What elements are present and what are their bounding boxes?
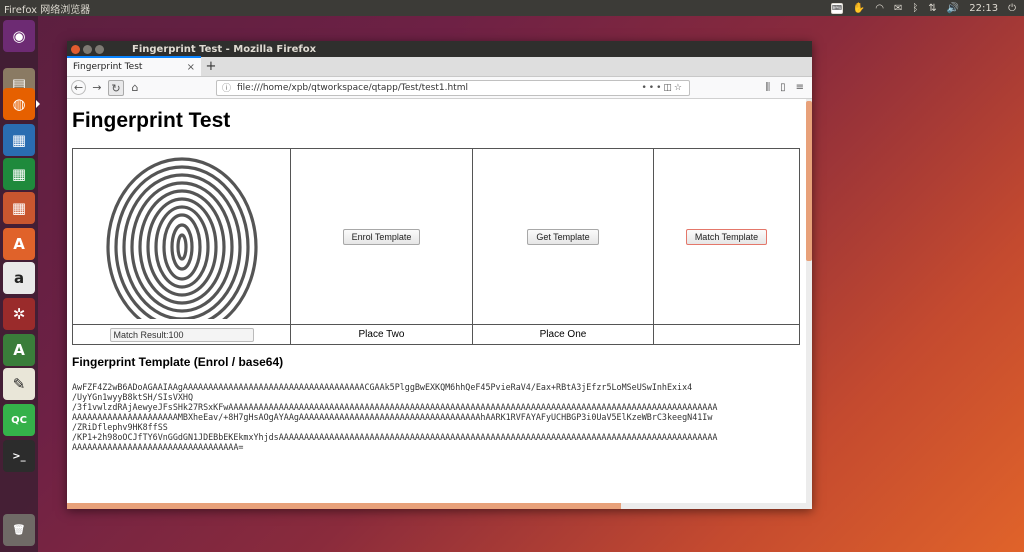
launcher-calc-icon[interactable]: ▦ (3, 158, 35, 190)
bookmark-star-icon[interactable]: ☆ (674, 83, 684, 93)
window-title: Fingerprint Test - Mozilla Firefox (132, 43, 317, 55)
library-icon[interactable]: ⫼ (765, 82, 770, 93)
reload-button[interactable]: ↻ (108, 79, 124, 96)
nav-toolbar: ← → ↻ ⌂ ⓘ file:///home/xpb/qtworkspace/q… (67, 77, 812, 99)
horizontal-scrollbar[interactable] (67, 503, 812, 509)
enrol-template-button[interactable]: Enrol Template (342, 228, 421, 245)
launcher-terminal-icon[interactable]: >_ (3, 440, 35, 472)
firefox-window: Fingerprint Test - Mozilla Firefox Finge… (67, 41, 812, 509)
template-line: /ZRiDflephv9HK8ffSS (72, 422, 168, 432)
page-title: Fingerprint Test (72, 109, 231, 132)
url-bar[interactable]: ⓘ file:///home/xpb/qtworkspace/qtapp/Tes… (216, 79, 690, 96)
launcher-firefox-icon[interactable]: ◍ (3, 88, 40, 120)
notification-icon[interactable]: ✋ (853, 3, 865, 14)
page-info-icon[interactable]: ⓘ (222, 81, 231, 94)
sidebar-icon[interactable]: ▯ (780, 82, 786, 93)
get-cell: Get Template (472, 148, 654, 325)
forward-button[interactable]: → (89, 80, 105, 96)
close-tab-icon[interactable]: × (187, 62, 195, 73)
get-template-button[interactable]: Get Template (527, 228, 599, 245)
pocket-icon[interactable]: ◫ (663, 83, 674, 93)
match-template-button[interactable]: Match Template (685, 228, 768, 245)
vertical-scrollbar[interactable] (806, 99, 812, 503)
clock[interactable]: 22:13 (969, 3, 998, 14)
page-actions-icon[interactable]: ••• (641, 83, 663, 93)
launcher-amazon-icon[interactable]: a (3, 262, 35, 294)
empty-cell (653, 324, 800, 345)
mail-icon[interactable]: ✉ (894, 3, 902, 14)
active-app-name[interactable]: Firefox 网络浏览器 (4, 1, 831, 16)
back-button[interactable]: ← (71, 80, 86, 95)
launcher-settings-icon[interactable]: ✲ (3, 298, 35, 330)
volume-icon[interactable]: 🔊 (947, 3, 959, 14)
wifi-icon[interactable]: ◠ (875, 3, 884, 14)
url-text[interactable]: file:///home/xpb/qtworkspace/qtapp/Test/… (237, 83, 641, 93)
template-text[interactable]: AwFZF4Z2wB6ADoAGAAIAAgAAAAAAAAAAAAAAAAAA… (72, 382, 808, 452)
launcher-impress-icon[interactable]: ▦ (3, 192, 35, 224)
minimize-window-button[interactable] (83, 44, 92, 54)
place-two-label: Place Two (290, 324, 473, 345)
launcher-trash-icon[interactable]: 🗑 (3, 514, 35, 546)
launcher-software-icon[interactable]: A (3, 228, 35, 260)
launcher-ubuntu-dash-icon[interactable]: ◉ (3, 20, 35, 52)
network-icon[interactable]: ⇅ (928, 3, 936, 14)
tab-label: Fingerprint Test (73, 62, 143, 72)
tab-fingerprint-test[interactable]: Fingerprint Test × (67, 56, 201, 76)
template-line: AAAAAAAAAAAAAAAAAAAAAMBXheEav/+8H7gHsAOg… (72, 412, 713, 422)
template-line: AAAAAAAAAAAAAAAAAAAAAAAAAAAAAAAAA= (72, 442, 244, 452)
match-result-cell: Match Result:100 (72, 324, 291, 345)
fingerprint-image-cell (72, 148, 291, 337)
power-icon[interactable]: ⏻ (1008, 3, 1016, 14)
indicator-area: ⌨ ✋ ◠ ✉ ᛒ ⇅ 🔊 22:13 ⏻ (830, 2, 1024, 14)
close-window-button[interactable] (71, 44, 80, 54)
launcher: ◉ ▤ ◍ ▦ ▦ ▦ Aa ✲ A ✎ QC >_ 🗑 (0, 16, 40, 552)
launcher-text-editor-icon[interactable]: ✎ (3, 368, 35, 400)
template-line: /UyYGn1wyyB8ktSH/SIsVXHQ (72, 392, 194, 402)
tab-bar: Fingerprint Test × + (67, 56, 812, 77)
match-cell: Match Template (653, 148, 800, 325)
fingerprint-table: Enrol Template Get Template Match Templa… (72, 148, 800, 345)
page-content: Fingerprint Test Enrol Template Get Temp… (67, 99, 812, 503)
fingerprint-image (101, 157, 262, 337)
template-line: /KP1+2h98oOCJfTY6VnGGdGN1JDEBbEKEkmxYhjd… (72, 432, 718, 442)
bluetooth-icon[interactable]: ᛒ (912, 3, 918, 14)
maximize-window-button[interactable] (95, 44, 104, 54)
window-titlebar[interactable]: Fingerprint Test - Mozilla Firefox (67, 41, 812, 57)
new-tab-button[interactable]: + (201, 59, 221, 76)
input-method-icon[interactable]: ⌨ (830, 2, 843, 14)
enrol-cell: Enrol Template (290, 148, 473, 325)
menu-icon[interactable]: ≡ (796, 82, 804, 93)
place-one-label: Place One (472, 324, 654, 345)
launcher-updater-icon[interactable]: A (3, 334, 35, 366)
top-panel: Firefox 网络浏览器 ⌨ ✋ ◠ ✉ ᛒ ⇅ 🔊 22:13 ⏻ (0, 0, 1024, 16)
home-button[interactable]: ⌂ (127, 80, 143, 96)
template-line: AwFZF4Z2wB6ADoAGAAIAAgAAAAAAAAAAAAAAAAAA… (72, 382, 693, 392)
template-line: /3f1vwlzdRAjAewyeJFsSHk27RSxKFwAAAAAAAAA… (72, 402, 718, 412)
template-section-title: Fingerprint Template (Enrol / base64) (72, 355, 284, 369)
match-result-field[interactable]: Match Result:100 (109, 327, 254, 342)
launcher-qt-creator-icon[interactable]: QC (3, 404, 35, 436)
launcher-writer-icon[interactable]: ▦ (3, 124, 35, 156)
